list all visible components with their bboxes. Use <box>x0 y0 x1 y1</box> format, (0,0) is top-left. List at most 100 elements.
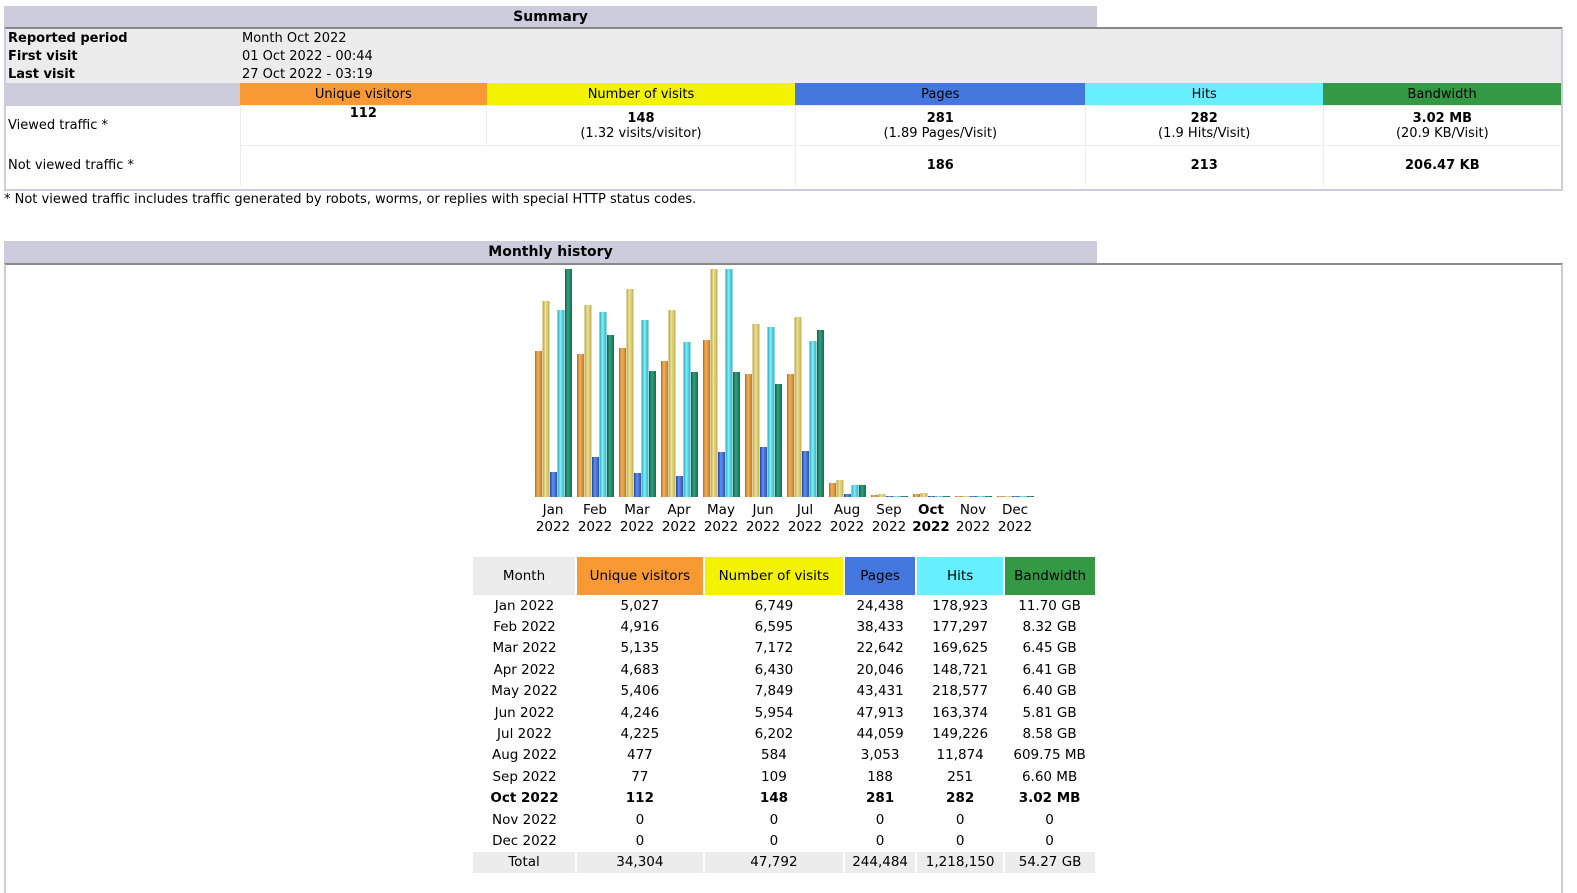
first-visit-label: First visit <box>8 48 78 64</box>
value-cell: 8.58 GB <box>1022 726 1077 743</box>
summary-table: Reported period Month Oct 2022 First vis… <box>6 29 1561 186</box>
visitors-bar <box>577 354 584 497</box>
value-cell: 112 <box>625 790 654 807</box>
total-cell: Total <box>473 851 576 874</box>
value-cell: 43,431 <box>856 683 904 700</box>
value-cell: 77 <box>631 768 649 785</box>
value-cell: 148,721 <box>932 661 989 678</box>
last-visit-value: 27 Oct 2022 - 03:19 <box>242 66 373 82</box>
total-cell: 34,304 <box>575 851 704 874</box>
x-tick-label: Jun 2022 <box>742 502 784 536</box>
bandwidth-bar <box>817 330 824 497</box>
pages-bar <box>970 496 977 497</box>
not-viewed-hits: 213 <box>1084 145 1324 186</box>
total-row: Total 34,304 47,792 244,484 1,218,150 54.27 G… <box>473 851 1095 874</box>
value-cell: 149,226 <box>932 726 989 743</box>
visits-bar <box>794 317 802 497</box>
table-row: Jul 2022 4,225 6,202 44,059 149,226 8.58 GB <box>473 723 1095 744</box>
visitors-bar <box>745 374 752 497</box>
hits-bar <box>893 496 901 497</box>
x-tick-label: Sep 2022 <box>868 502 910 536</box>
value-cell: 6,202 <box>754 726 794 743</box>
visitors-bar <box>871 495 878 497</box>
th-hits: Hits <box>915 557 1005 595</box>
pages-bar <box>550 472 557 497</box>
reported-period-label: Reported period <box>8 30 128 46</box>
viewed-visits: 148 (1.32 visits/visitor) <box>486 105 796 146</box>
hits-bar <box>683 342 691 497</box>
table-row: Apr 2022 4,683 6,430 20,046 148,721 6.41 GB <box>473 659 1095 680</box>
pages-bar <box>634 473 641 497</box>
x-tick-month: Jul <box>796 502 814 518</box>
x-tick-month: Jun <box>752 502 774 518</box>
visits-bar <box>710 269 718 497</box>
x-tick-month: Oct <box>918 502 944 518</box>
x-tick-label: Jan 2022 <box>532 502 574 536</box>
summary-panel: Reported period Month Oct 2022 First vis… <box>4 27 1563 191</box>
month-cell: Mar 2022 <box>492 640 557 657</box>
value-cell: 163,374 <box>932 704 989 721</box>
value-cell: 8.32 GB <box>1022 619 1077 636</box>
bandwidth-bar <box>565 269 572 497</box>
value-cell: 0 <box>769 811 779 828</box>
value-cell: 22,642 <box>856 640 904 657</box>
bandwidth-bar <box>691 372 698 497</box>
value-cell: 6,595 <box>754 619 794 636</box>
bandwidth-bar <box>1027 496 1034 497</box>
value-cell: 0 <box>1045 811 1054 828</box>
x-tick-year: 2022 <box>745 519 781 535</box>
table-row: Oct 2022 112 148 281 282 3.02 MB <box>473 788 1095 809</box>
pages-bar <box>592 457 599 497</box>
x-tick-month: May <box>707 502 735 518</box>
x-tick-label: Aug 2022 <box>826 502 868 536</box>
value-cell: 609.75 MB <box>1013 747 1086 764</box>
value-cell: 177,297 <box>932 619 989 636</box>
value-cell: 3,053 <box>860 747 900 764</box>
value-cell: 24,438 <box>856 597 904 614</box>
hits-bar <box>725 269 733 497</box>
x-tick-year: 2022 <box>577 519 613 535</box>
visitors-bar <box>955 496 962 497</box>
month-cell: Dec 2022 <box>492 832 557 849</box>
hits-bar <box>851 485 859 497</box>
month-cell: May 2022 <box>491 683 558 700</box>
month-cell: Nov 2022 <box>492 811 557 828</box>
visitors-bar <box>619 348 626 497</box>
month-cell: Jul 2022 <box>497 726 552 743</box>
hits-bar <box>599 312 607 497</box>
value-cell: 0 <box>769 832 779 849</box>
value-cell: 47,913 <box>856 704 904 721</box>
x-tick-month: Jan <box>542 502 564 518</box>
not-viewed-visits <box>239 145 796 186</box>
value-cell: 44,059 <box>856 726 904 743</box>
value-cell: 251 <box>947 768 974 785</box>
x-tick-year: 2022 <box>829 519 865 535</box>
hits-bar <box>1019 496 1027 497</box>
col-hits: Hits <box>1085 83 1324 106</box>
table-row: Jun 2022 4,246 5,954 47,913 163,374 5.81 GB <box>473 702 1095 723</box>
last-visit-label: Last visit <box>8 66 75 82</box>
value-cell: 148 <box>759 790 789 807</box>
x-tick-month: Mar <box>624 502 650 518</box>
value-cell: 477 <box>626 747 653 764</box>
hits-bar <box>557 310 565 497</box>
value-cell: 5,027 <box>620 597 660 614</box>
x-tick-label: Apr 2022 <box>658 502 700 536</box>
x-tick-label: Nov 2022 <box>952 502 994 536</box>
total-cell: 47,792 <box>702 851 845 874</box>
pages-bar <box>886 496 893 497</box>
visits-bar <box>668 310 676 497</box>
month-cell: Sep 2022 <box>492 768 557 785</box>
visitors-bar <box>829 483 836 497</box>
pages-bar <box>676 476 683 497</box>
value-cell: 7,172 <box>754 640 794 657</box>
x-tick-year: 2022 <box>535 519 571 535</box>
monthly-history-chart <box>535 269 1034 497</box>
visitors-bar <box>535 351 542 497</box>
value-cell: 0 <box>1045 832 1054 849</box>
monthly-history-table: Month Unique visitors Number of visits P… <box>473 557 1095 874</box>
x-tick-year: 2022 <box>619 519 655 535</box>
visits-bar <box>626 289 634 497</box>
month-cell: Jun 2022 <box>494 704 555 721</box>
visitors-bar <box>661 361 668 497</box>
